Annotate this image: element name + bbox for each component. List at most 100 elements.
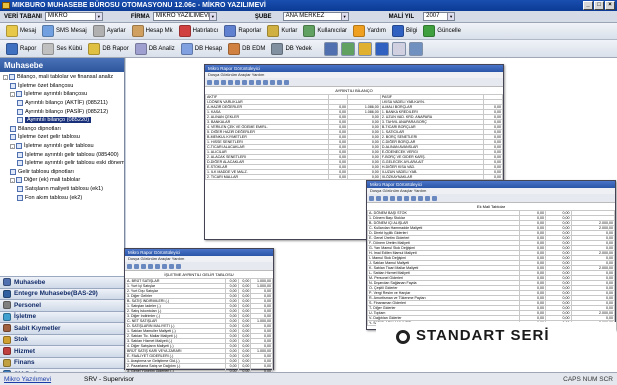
report-window-toolbar[interactable] bbox=[367, 194, 615, 203]
toolbar-button-0[interactable]: Mesaj bbox=[6, 25, 36, 37]
toolbar2-button-2[interactable]: DB Rapor bbox=[88, 42, 129, 55]
toolbar2-button-5[interactable]: DB EDM bbox=[228, 42, 265, 55]
tree-item[interactable]: - İşletme ayrıntılı gelir tablosu bbox=[2, 142, 124, 151]
module-item[interactable]: Personel bbox=[0, 299, 125, 311]
tree-item[interactable]: Bilanço dipnotları bbox=[2, 125, 124, 134]
report-window-toolbar[interactable] bbox=[125, 262, 273, 271]
report-header: AYRINTILI BİLANÇO bbox=[335, 88, 373, 93]
toolbar2-button-6[interactable]: DB Yedek bbox=[271, 42, 312, 55]
quick-action-icon[interactable] bbox=[323, 41, 338, 56]
toolbar-icon bbox=[88, 42, 101, 55]
chevron-down-icon[interactable]: ▼ bbox=[94, 13, 102, 20]
tree-item[interactable]: - İşletme ayrıntılı bilançosu bbox=[2, 90, 124, 99]
module-icon bbox=[3, 335, 11, 344]
quick-action-icon[interactable] bbox=[408, 41, 423, 56]
toolbar-label: Rapor bbox=[20, 45, 37, 52]
toolbar-button-5[interactable]: Raporlar bbox=[224, 25, 261, 37]
tree-item[interactable]: İşletme özet gelir tablosu bbox=[2, 133, 124, 142]
toolbar2-button-1[interactable]: Ses Kübü bbox=[42, 42, 82, 55]
document-icon bbox=[17, 151, 23, 158]
chevron-down-icon[interactable]: ▼ bbox=[447, 13, 455, 20]
table-cell: 2. TİCARİ MALLAR bbox=[205, 174, 329, 180]
report-window-title[interactable]: Mikro Rapor Görüntüleyici bbox=[367, 181, 615, 188]
table-cell: III-ÖZKAYNAKLAR bbox=[379, 174, 484, 180]
extra-table: A- DÖNEM BAŞI STOK 0,00 0,00 1. Dönem Başı … bbox=[366, 210, 616, 326]
tree-item[interactable]: Ayrıntılı bilanço (085220) bbox=[2, 116, 124, 125]
toolbar2-button-0[interactable]: Rapor bbox=[6, 42, 37, 55]
database-value: MIKRO bbox=[47, 13, 68, 19]
tree-item-label: Ayrıntılı bilanço (085220) bbox=[25, 117, 92, 124]
expander-icon[interactable]: - bbox=[3, 74, 8, 80]
tree-item[interactable]: Ayrıntılı bilanço (PASİF) (085212) bbox=[2, 107, 124, 116]
company-select[interactable]: MIKRO YAZILIMEVI ▼ bbox=[152, 12, 217, 21]
module-item[interactable]: Finans bbox=[0, 356, 125, 368]
quick-action-icon[interactable] bbox=[374, 41, 389, 56]
document-icon bbox=[17, 160, 23, 167]
toolbar-button-4[interactable]: Hatırlatıcı bbox=[178, 25, 218, 37]
toolbar-button-3[interactable]: Hesap Mk bbox=[131, 25, 173, 37]
report-window-extra[interactable]: Mikro Rapor Görüntüleyici Dosya Görünüm … bbox=[366, 180, 616, 330]
window-controls: _ □ × bbox=[583, 1, 615, 10]
module-item[interactable]: Stok bbox=[0, 333, 125, 345]
vendor-link[interactable]: Mikro Yazılımevi bbox=[4, 376, 64, 383]
toolbar-button-7[interactable]: Kullanıcılar bbox=[303, 25, 347, 37]
tree-item[interactable]: - Diğer (ek) mali tablolar bbox=[2, 176, 124, 185]
tree-item[interactable]: Ayrıntılı bilanço (AKTİF) (085211) bbox=[2, 99, 124, 108]
module-item[interactable]: Entegre Muhasebe(BAS-29) bbox=[0, 287, 125, 299]
tree-item[interactable]: İşletme ayrıntılı gelir tablosu eski dön… bbox=[2, 159, 124, 168]
tree-item[interactable]: Satışların maliyeti tablosu (ek1) bbox=[2, 185, 124, 194]
branch-select[interactable]: ANA MERKEZ ▼ bbox=[282, 12, 349, 21]
toolbar-button-8[interactable]: Yardım bbox=[353, 25, 386, 37]
database-select[interactable]: MIKRO ▼ bbox=[44, 12, 103, 21]
branch-value: ANA MERKEZ bbox=[285, 13, 325, 19]
report-window-title[interactable]: Mikro Rapor Görüntüleyici bbox=[205, 65, 503, 72]
module-item[interactable]: Hizmet bbox=[0, 345, 125, 357]
quick-action-icon[interactable] bbox=[357, 41, 372, 56]
toolbar-button-6[interactable]: Kurlar bbox=[267, 25, 297, 37]
app-icon bbox=[2, 2, 10, 9]
tree-item-label: Diğer (ek) mali tablolar bbox=[24, 177, 81, 184]
tree-item[interactable]: - Bilanço, mali tablolar ve finansal anal… bbox=[2, 73, 124, 82]
toolbar-button-1[interactable]: SMS Mesaj bbox=[42, 25, 87, 37]
chevron-down-icon[interactable]: ▼ bbox=[340, 13, 348, 20]
report-header: İŞLETME AYRINTILI GELİR TABLOSU bbox=[164, 272, 234, 277]
chevron-down-icon[interactable]: ▼ bbox=[208, 13, 216, 20]
tree-item-label: İşletme ayrıntılı gelir tablosu eski dön… bbox=[25, 160, 124, 167]
tree-item-label: İşletme ayrıntılı gelir tablosu (085400) bbox=[25, 151, 119, 158]
maximize-button[interactable]: □ bbox=[594, 1, 604, 10]
report-window-income[interactable]: Mikro Rapor Görüntüleyici Dosya Görünüm … bbox=[124, 248, 274, 385]
minimize-button[interactable]: _ bbox=[583, 1, 593, 10]
branch-label: ŞUBE bbox=[254, 13, 272, 20]
expander-icon[interactable]: - bbox=[10, 143, 15, 149]
product-logo: STANDART SERİ bbox=[376, 322, 616, 372]
toolbar2-button-4[interactable]: DB Hesap bbox=[180, 42, 222, 55]
toolbar-button-9[interactable]: Bilgi bbox=[391, 25, 417, 37]
expander-icon[interactable]: - bbox=[10, 177, 15, 183]
module-item[interactable]: Sabit Kıymetler bbox=[0, 322, 125, 334]
tree-item-label: İşletme ayrıntılı bilançosu bbox=[24, 91, 88, 98]
tree-item[interactable]: Gelir tablosu dipnotları bbox=[2, 168, 124, 177]
fiscal-year-select[interactable]: 2007 ▼ bbox=[423, 12, 456, 21]
report-window-toolbar[interactable] bbox=[205, 78, 503, 87]
quick-action-icon[interactable] bbox=[391, 41, 406, 56]
expander-icon[interactable]: - bbox=[10, 91, 15, 97]
close-button[interactable]: × bbox=[605, 1, 615, 10]
tree-item-label: Satışların maliyeti tablosu (ek1) bbox=[25, 186, 104, 193]
module-item[interactable]: Muhasebe bbox=[0, 276, 125, 288]
tree-item[interactable]: İşletme özet bilançosu bbox=[2, 82, 124, 91]
report-tree: - Bilanço, mali tablolar ve finansal anal… bbox=[0, 72, 124, 202]
tree-item[interactable]: İşletme ayrıntılı gelir tablosu (085400) bbox=[2, 150, 124, 159]
report-window-title[interactable]: Mikro Rapor Görüntüleyici bbox=[125, 249, 273, 256]
toolbar-button-10[interactable]: Güncelle bbox=[423, 25, 461, 37]
module-icon bbox=[3, 358, 11, 367]
quick-action-icon[interactable] bbox=[340, 41, 355, 56]
module-item[interactable]: İşletme bbox=[0, 310, 125, 322]
toolbar-label: Kurlar bbox=[281, 28, 298, 34]
toolbar2-button-3[interactable]: DB Analiz bbox=[134, 42, 175, 55]
toolbar-label: SMS Mesaj bbox=[56, 28, 87, 34]
tree-item[interactable]: Fon akım tablosu (ek2) bbox=[2, 193, 124, 202]
toolbar-button-2[interactable]: Ayarlar bbox=[92, 25, 126, 37]
toolbar-label: Mesaj bbox=[20, 28, 37, 34]
toolbar-label: Raporlar bbox=[238, 28, 262, 34]
window-title-bar[interactable]: MIKBURO MUHASEBE BÜROSU OTOMASYONU 12.06… bbox=[0, 0, 617, 11]
